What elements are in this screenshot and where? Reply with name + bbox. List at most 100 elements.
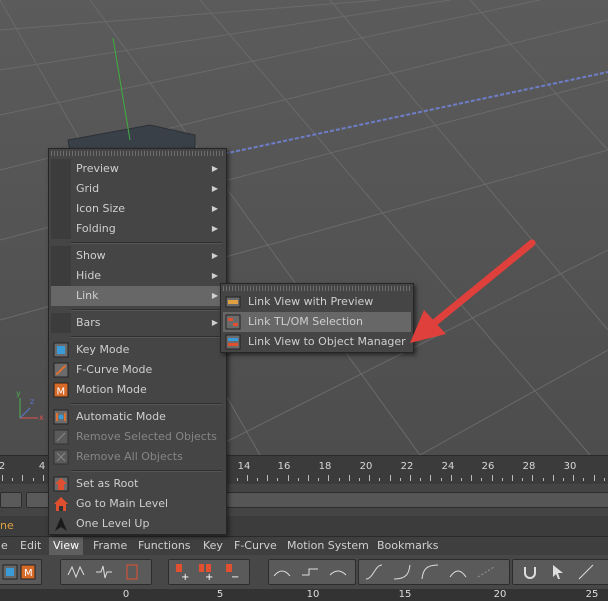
menu-item-hide[interactable]: Hide ▶ — [51, 266, 224, 286]
menu-grip[interactable] — [223, 286, 411, 291]
submenu-item-link-tl-om[interactable]: Link TL/OM Selection — [223, 312, 411, 332]
menu-item-label: Link TL/OM Selection — [248, 315, 363, 328]
menu-item-fcurve-mode[interactable]: F-Curve Mode — [51, 360, 224, 380]
menu-file-partial[interactable]: e — [0, 537, 12, 555]
curve-ruler-label: 5 — [216, 589, 224, 600]
ease-out-icon[interactable] — [421, 563, 439, 581]
menu-item-label: Remove Selected Objects — [76, 430, 217, 443]
fcurve-wave-icon[interactable] — [67, 563, 85, 581]
menu-motion-system[interactable]: Motion System — [283, 537, 373, 555]
menu-view[interactable]: View — [49, 537, 84, 555]
ruler-tick — [2, 475, 3, 481]
menu-item-label: Link View to Object Manager — [248, 335, 406, 348]
menu-item-remove-selected[interactable]: Remove Selected Objects — [51, 427, 224, 447]
menu-separator — [71, 470, 222, 472]
ease-icon[interactable] — [273, 563, 291, 581]
toolbar-group-modes: M — [0, 559, 42, 585]
arc-icon[interactable] — [449, 563, 467, 581]
menu-fcurve[interactable]: F-Curve — [230, 537, 281, 555]
grid-dotted-icon[interactable] — [477, 563, 495, 581]
transport-slider[interactable] — [226, 492, 608, 508]
ruler-tick — [491, 475, 493, 481]
submenu-item-link-object-manager[interactable]: Link View to Object Manager — [223, 332, 411, 352]
svg-text:y: y — [16, 389, 21, 398]
menu-item-label: Grid — [76, 182, 100, 195]
menu-item-grid[interactable]: Grid ▶ — [51, 179, 224, 199]
ruler-tick — [501, 478, 503, 481]
fcurve-pulse-icon[interactable] — [95, 563, 113, 581]
toolbar-group-curves — [60, 559, 152, 585]
submenu-arrow-icon: ▶ — [211, 318, 218, 327]
transport-back-button[interactable] — [26, 492, 50, 508]
ruler-label: 18 — [318, 461, 332, 472]
automatic-mode-icon — [53, 409, 69, 425]
menu-item-show[interactable]: Show ▶ — [51, 246, 224, 266]
menu-gutter — [51, 246, 71, 266]
menu-frame[interactable]: Frame — [89, 537, 131, 555]
timeline-toolbar: M + + − — [0, 555, 608, 589]
menu-item-label: Show — [76, 249, 106, 262]
transport-dropdown[interactable] — [0, 492, 22, 508]
ruler-tick — [328, 475, 330, 481]
spline-icon[interactable] — [365, 563, 383, 581]
menu-item-go-to-main[interactable]: Go to Main Level — [51, 494, 224, 514]
ruler-tick — [236, 478, 238, 481]
ruler-tick — [481, 478, 483, 481]
menu-item-automatic-mode[interactable]: Automatic Mode — [51, 407, 224, 427]
menu-item-label: Go to Main Level — [76, 497, 169, 510]
ruler-label: 28 — [522, 461, 536, 472]
menu-bookmarks[interactable]: Bookmarks — [373, 537, 442, 555]
menu-item-label: Hide — [76, 269, 102, 282]
ruler-tick — [42, 475, 44, 481]
menu-item-motion-mode[interactable]: M Motion Mode — [51, 380, 224, 400]
ruler-tick — [308, 475, 309, 481]
motion-mode-icon[interactable]: M — [19, 563, 37, 581]
ruler-tick — [399, 478, 401, 481]
menu-grip[interactable] — [51, 151, 224, 156]
remove-selected-icon — [53, 429, 69, 445]
menu-item-label: F-Curve Mode — [76, 363, 153, 376]
menu-item-link[interactable]: Link ▶ — [51, 286, 224, 306]
menu-gutter — [51, 219, 71, 239]
submenu-arrow-icon: ▶ — [211, 224, 218, 233]
key-mode-icon — [53, 342, 69, 358]
menu-item-preview[interactable]: Preview ▶ — [51, 159, 224, 179]
remove-key-icon[interactable]: − — [223, 563, 241, 581]
ruler-tick — [246, 475, 248, 481]
diagonal-icon[interactable] — [577, 563, 595, 581]
menu-item-icon-size[interactable]: Icon Size ▶ — [51, 199, 224, 219]
menu-functions[interactable]: Functions — [134, 537, 195, 555]
add-key-icon[interactable]: + — [173, 563, 191, 581]
ruler-tick — [583, 478, 585, 481]
menu-key[interactable]: Key — [199, 537, 227, 555]
menu-gutter — [51, 179, 71, 199]
menu-item-one-level-up[interactable]: One Level Up — [51, 514, 224, 534]
axis-gizmo-icon: y x z — [16, 389, 44, 422]
ruler-tick — [450, 475, 452, 481]
submenu-item-link-preview-range[interactable]: Link View with Preview Range — [223, 292, 411, 328]
magnet-icon[interactable] — [521, 563, 539, 581]
menu-item-folding[interactable]: Folding ▶ — [51, 219, 224, 239]
ruler-label: 26 — [481, 461, 495, 472]
menu-item-remove-all[interactable]: Remove All Objects — [51, 447, 224, 467]
menu-item-label: Key Mode — [76, 343, 130, 356]
menu-edit[interactable]: Edit — [16, 537, 45, 555]
menu-item-set-as-root[interactable]: Set as Root — [51, 474, 224, 494]
link-object-manager-icon — [225, 334, 241, 350]
smooth-icon[interactable] — [329, 563, 347, 581]
ease-in-icon[interactable] — [393, 563, 411, 581]
up-arrow-icon — [55, 517, 67, 531]
menu-item-key-mode[interactable]: Key Mode — [51, 340, 224, 360]
key-mode-icon[interactable] — [1, 563, 19, 581]
cursor-icon[interactable] — [549, 563, 567, 581]
ruler-tick — [532, 475, 534, 481]
step-icon[interactable] — [301, 563, 319, 581]
bracket-icon[interactable] — [123, 563, 141, 581]
menu-item-label: Link — [76, 289, 99, 302]
ruler-label: 2 — [0, 461, 6, 472]
menu-item-label: Motion Mode — [76, 383, 147, 396]
ruler-tick — [277, 478, 279, 481]
add-keys-icon[interactable]: + — [197, 563, 215, 581]
menu-item-bars[interactable]: Bars ▶ — [51, 313, 224, 333]
ruler-tick — [338, 478, 340, 481]
